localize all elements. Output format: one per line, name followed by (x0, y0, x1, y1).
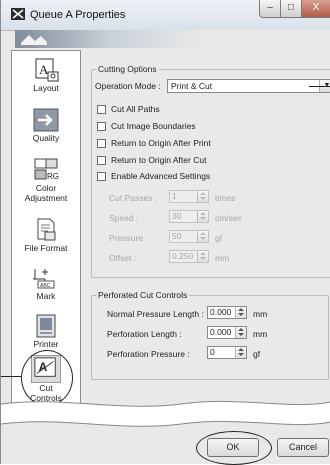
operation-mode-callout-line (309, 86, 330, 87)
offset-spinner[interactable]: 0.250 (169, 250, 209, 263)
ok-button-label: OK (226, 442, 240, 452)
cut-passes-value: 1 (172, 191, 177, 201)
sidebar-label-quality: Quality (32, 133, 60, 143)
offset-label: Offset : (109, 253, 137, 263)
return-origin-after-print-checkbox[interactable] (97, 139, 106, 148)
speed-unit: cm/sec (215, 213, 242, 223)
perforated-title: Perforated Cut Controls (98, 290, 188, 300)
normal-pressure-spin-arrows-icon[interactable] (235, 307, 246, 318)
normal-pressure-length-value: 0.000 (210, 307, 232, 317)
close-button[interactable]: X (301, 0, 330, 18)
cut-passes-spin-arrows-icon[interactable] (197, 191, 208, 202)
perforation-pressure-spinner[interactable]: 0 (207, 346, 247, 359)
perforation-length-value: 0.000 (210, 327, 232, 337)
perforation-length-label: Perforation Length : (107, 329, 182, 339)
file-format-icon (37, 218, 56, 241)
sidebar-label-printer: Printer (33, 339, 59, 349)
ok-button[interactable]: OK (207, 438, 259, 457)
minimize-button[interactable]: – (259, 0, 281, 18)
pressure-spinner[interactable]: 50 (169, 230, 209, 243)
cut-controls-callout-line (1, 376, 21, 377)
sidebar-label-layout: Layout (33, 83, 59, 93)
layout-icon: A (35, 58, 59, 82)
header-banner (15, 30, 330, 48)
svg-text:RG: RG (47, 172, 59, 181)
perforation-pressure-value: 0 (210, 347, 215, 357)
pressure-label: Pressure : (109, 233, 148, 243)
sidebar-item-mark[interactable]: ABC Mark (12, 265, 80, 301)
perforation-length-spin-arrows-icon[interactable] (235, 327, 246, 338)
app-icon (11, 8, 25, 20)
color-adjustment-icon: RG (34, 158, 59, 181)
perforation-length-unit: mm (253, 329, 268, 339)
cutting-options-title: Cutting Options (98, 64, 157, 74)
return-origin-after-print-label: Return to Origin After Print (111, 138, 211, 148)
enable-advanced-settings-label: Enable Advanced Settings (111, 171, 211, 181)
close-icon: X (312, 2, 320, 13)
maximize-button[interactable]: □ (280, 0, 302, 18)
printer-icon (36, 314, 56, 338)
operation-mode-value: Print & Cut (171, 81, 213, 91)
offset-unit: mm (215, 253, 230, 263)
cut-passes-unit: times (215, 193, 236, 203)
return-origin-after-cut-label: Return to Origin After Cut (111, 155, 207, 165)
sidebar-label-color-adjustment: Color Adjustment (24, 183, 68, 203)
sidebar-item-file-format[interactable]: File Format (12, 217, 80, 253)
perforation-pressure-spin-arrows-icon[interactable] (235, 347, 246, 358)
speed-spin-arrows-icon[interactable] (197, 211, 208, 222)
minimize-icon: – (267, 2, 273, 13)
cancel-button-label: Cancel (288, 442, 317, 452)
sidebar-item-layout[interactable]: A Layout (12, 57, 80, 93)
pressure-unit: gf (215, 233, 223, 243)
return-origin-after-cut-checkbox[interactable] (97, 156, 106, 165)
normal-pressure-length-label: Normal Pressure Length : (107, 309, 204, 319)
svg-text:ABC: ABC (40, 283, 51, 289)
sidebar-item-quality[interactable]: Quality (12, 107, 80, 143)
perforation-pressure-unit: gf (253, 349, 261, 359)
operation-mode-label: Operation Mode : (95, 81, 161, 91)
sidebar-label-mark: Mark (36, 291, 56, 301)
speed-spinner[interactable]: 30 (169, 210, 209, 223)
cut-all-paths-label: Cut All Paths (111, 104, 160, 114)
cut-passes-spinner[interactable]: 1 (169, 190, 209, 203)
operation-mode-select[interactable]: Print & Cut ▼ (167, 79, 330, 93)
pressure-value: 50 (172, 231, 182, 241)
offset-spin-arrows-icon[interactable] (197, 251, 208, 262)
perforation-pressure-label: Perforation Pressure : (107, 349, 190, 359)
perforation-length-spinner[interactable]: 0.000 (207, 326, 247, 339)
cut-image-boundaries-label: Cut Image Boundaries (111, 121, 196, 131)
enable-advanced-settings-checkbox[interactable] (97, 172, 106, 181)
cut-passes-label: Cut Passes : (109, 193, 158, 203)
torn-page-divider (1, 400, 330, 427)
normal-pressure-length-spinner[interactable]: 0.000 (207, 306, 247, 319)
cut-controls-panel: Cutting Options Operation Mode : Print &… (85, 50, 330, 406)
pressure-spin-arrows-icon[interactable] (197, 231, 208, 242)
speed-label: Speed : (109, 213, 139, 223)
banner-logo-icon (21, 35, 47, 45)
properties-window: Queue A Properties – □ X A Layout Qualit… (0, 0, 330, 465)
normal-pressure-length-unit: mm (253, 309, 268, 319)
sidebar-item-color-adjustment[interactable]: RG Color Adjustment (12, 157, 80, 203)
cut-all-paths-checkbox[interactable] (97, 105, 106, 114)
cancel-button[interactable]: Cancel (277, 438, 329, 457)
sidebar-item-printer[interactable]: Printer (12, 313, 80, 349)
sidebar-label-file-format: File Format (24, 243, 68, 253)
mark-icon: ABC (33, 269, 55, 289)
window-title: Queue A Properties (30, 9, 126, 21)
title-bar[interactable]: Queue A Properties – □ X (1, 0, 330, 31)
cut-image-boundaries-checkbox[interactable] (97, 122, 106, 131)
speed-value: 30 (172, 211, 182, 221)
maximize-icon: □ (287, 2, 295, 13)
quality-icon (33, 108, 59, 132)
offset-value: 0.250 (172, 251, 194, 261)
